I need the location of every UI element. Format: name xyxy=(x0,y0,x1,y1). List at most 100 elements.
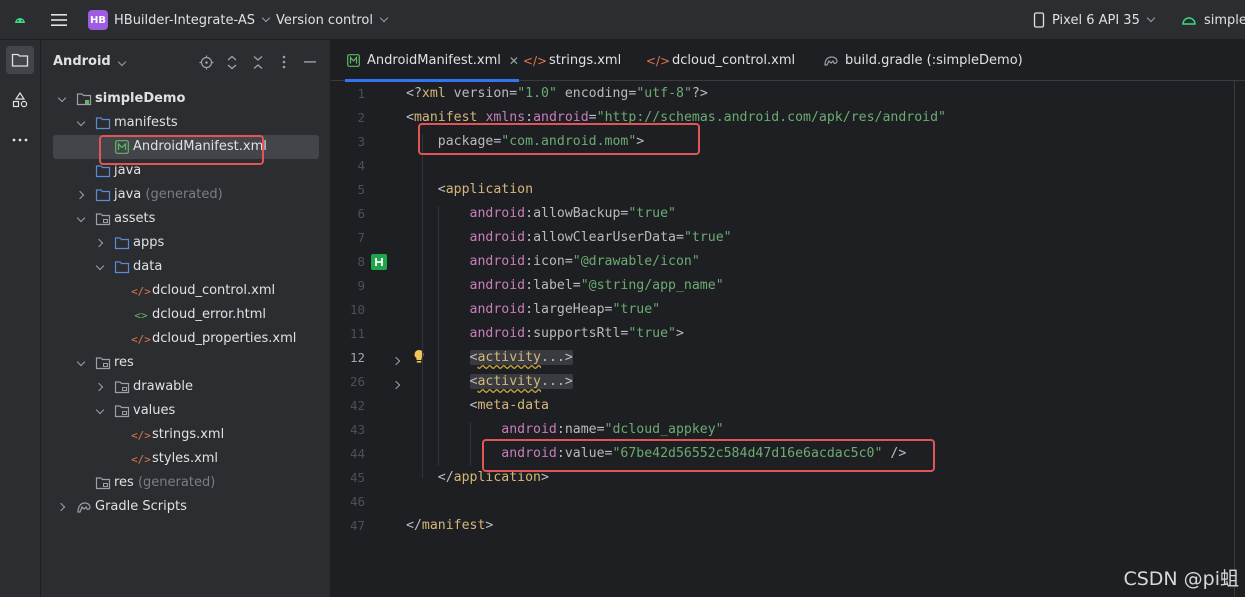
expand-all-icon[interactable] xyxy=(223,53,241,71)
line-number: 3 xyxy=(357,134,365,149)
version-control-menu[interactable]: Version control xyxy=(276,0,389,40)
line-number: 11 xyxy=(349,326,365,341)
tool-window-strip xyxy=(0,40,41,597)
code-line-47: </manifest> xyxy=(406,518,494,533)
xml-file-icon: </> xyxy=(131,332,151,346)
tab-build-gradle[interactable]: build.gradle (:simpleDemo) xyxy=(823,40,1023,81)
project-panel: Android simpleDemo manifests AndroidManife… xyxy=(41,40,331,597)
android-config-icon xyxy=(1182,17,1196,25)
project-view-selector[interactable]: Android xyxy=(53,54,126,69)
chevron-down-icon[interactable] xyxy=(76,118,86,128)
chevron-down-icon xyxy=(1146,13,1156,23)
tree-item[interactable]: values xyxy=(41,399,331,423)
chevron-right-icon[interactable] xyxy=(95,382,105,392)
tab-strings[interactable]: </> strings.xml xyxy=(522,40,622,81)
line-number: 43 xyxy=(349,422,365,437)
line-number: 9 xyxy=(357,278,365,293)
highlight-box-manifest xyxy=(99,135,264,165)
watermark: CSDN @pi蛆 xyxy=(1123,568,1239,590)
tree-item-label: java (generated) xyxy=(114,187,223,202)
tree-item-label: styles.xml xyxy=(152,451,219,466)
fold-expand-icon[interactable] xyxy=(392,353,402,368)
tree-item[interactable]: res xyxy=(41,351,331,375)
line-number: 45 xyxy=(349,470,365,485)
line-number: 5 xyxy=(357,182,365,197)
chevron-right-icon[interactable] xyxy=(76,190,86,200)
line-number: 12 xyxy=(349,350,365,365)
main-menu-icon[interactable] xyxy=(50,0,68,40)
res-folder-icon xyxy=(95,475,111,491)
project-panel-header: Android xyxy=(41,40,331,84)
chevron-down-icon[interactable] xyxy=(95,262,105,272)
collapse-all-icon[interactable] xyxy=(249,53,267,71)
tree-item[interactable]: </> dcloud_properties.xml xyxy=(41,327,331,351)
module-folder-icon xyxy=(76,91,92,107)
chevron-right-icon[interactable] xyxy=(95,238,105,248)
project-selector[interactable]: HB HBuilder-Integrate-AS xyxy=(88,0,271,40)
xml-file-icon: </> xyxy=(522,53,548,68)
tree-item[interactable]: <> dcloud_error.html xyxy=(41,303,331,327)
tree-item[interactable]: manifests xyxy=(41,111,331,135)
project-tool-button[interactable] xyxy=(6,46,34,74)
highlight-box-package xyxy=(418,123,700,155)
line-number: 44 xyxy=(349,446,365,461)
tree-item[interactable]: assets xyxy=(41,207,331,231)
tree-item-label: simpleDemo xyxy=(95,91,186,106)
tree-item[interactable]: java (generated) xyxy=(41,183,331,207)
device-selector[interactable]: Pixel 6 API 35 xyxy=(1033,0,1156,40)
hide-panel-icon[interactable] xyxy=(301,53,319,71)
tree-item[interactable]: simpleDemo xyxy=(41,87,331,111)
chevron-down-icon xyxy=(379,13,389,23)
tree-item-label: dcloud_control.xml xyxy=(152,283,276,298)
hbuilder-gutter-icon[interactable] xyxy=(371,254,387,270)
line-number: 10 xyxy=(349,302,365,317)
tab-dcloud-control[interactable]: </> dcloud_control.xml xyxy=(645,40,796,81)
tree-item-label: assets xyxy=(114,211,156,226)
tree-item[interactable]: </> styles.xml xyxy=(41,447,331,471)
res-folder-icon xyxy=(95,355,111,371)
resource-manager-button[interactable] xyxy=(6,86,34,114)
tree-item[interactable]: data xyxy=(41,255,331,279)
gradle-icon xyxy=(823,53,839,69)
code-line-6: android:allowBackup="true" xyxy=(469,206,676,221)
more-tools-button[interactable] xyxy=(6,126,34,154)
line-number: 8 xyxy=(357,254,365,269)
folder-icon xyxy=(114,235,130,251)
tree-item-label: java xyxy=(114,163,142,178)
tree-item-label: dcloud_properties.xml xyxy=(152,331,297,346)
xml-file-icon: </> xyxy=(645,53,671,68)
chevron-down-icon[interactable] xyxy=(95,406,105,416)
tab-label: strings.xml xyxy=(549,53,622,68)
tree-item[interactable]: Gradle Scripts xyxy=(41,495,331,519)
tree-item[interactable]: apps xyxy=(41,231,331,255)
options-icon[interactable] xyxy=(275,53,293,71)
line-number: 7 xyxy=(357,230,365,245)
tree-item[interactable]: drawable xyxy=(41,375,331,399)
run-config-selector[interactable]: simpleDe xyxy=(1181,0,1245,40)
vcs-label: Version control xyxy=(276,12,373,28)
chevron-down-icon[interactable] xyxy=(57,94,67,104)
chevron-down-icon[interactable] xyxy=(76,214,86,224)
locate-file-icon[interactable] xyxy=(197,53,215,71)
tree-item[interactable]: </> strings.xml xyxy=(41,423,331,447)
tree-item[interactable]: </> dcloud_control.xml xyxy=(41,279,331,303)
phone-icon xyxy=(1033,12,1045,28)
close-tab-icon[interactable]: ✕ xyxy=(509,54,519,68)
tab-androidmanifest[interactable]: AndroidManifest.xml ✕ xyxy=(345,40,519,82)
fold-expand-icon[interactable] xyxy=(392,377,402,392)
code-line-9: android:label="@string/app_name" xyxy=(469,278,724,293)
chevron-right-icon[interactable] xyxy=(57,502,67,512)
tab-label: dcloud_control.xml xyxy=(672,53,796,68)
tab-label: build.gradle (:simpleDemo) xyxy=(845,53,1023,68)
tree-item[interactable]: res (generated) xyxy=(41,471,331,495)
manifest-file-icon xyxy=(345,53,361,69)
tree-item-label: Gradle Scripts xyxy=(95,499,187,514)
tree-item-label: drawable xyxy=(133,379,194,394)
line-number: 2 xyxy=(357,110,365,125)
gradle-icon xyxy=(76,499,92,515)
line-number: 6 xyxy=(357,206,365,221)
android-logo-icon[interactable] xyxy=(12,0,28,40)
xml-file-icon: </> xyxy=(131,284,151,298)
chevron-down-icon[interactable] xyxy=(76,358,86,368)
